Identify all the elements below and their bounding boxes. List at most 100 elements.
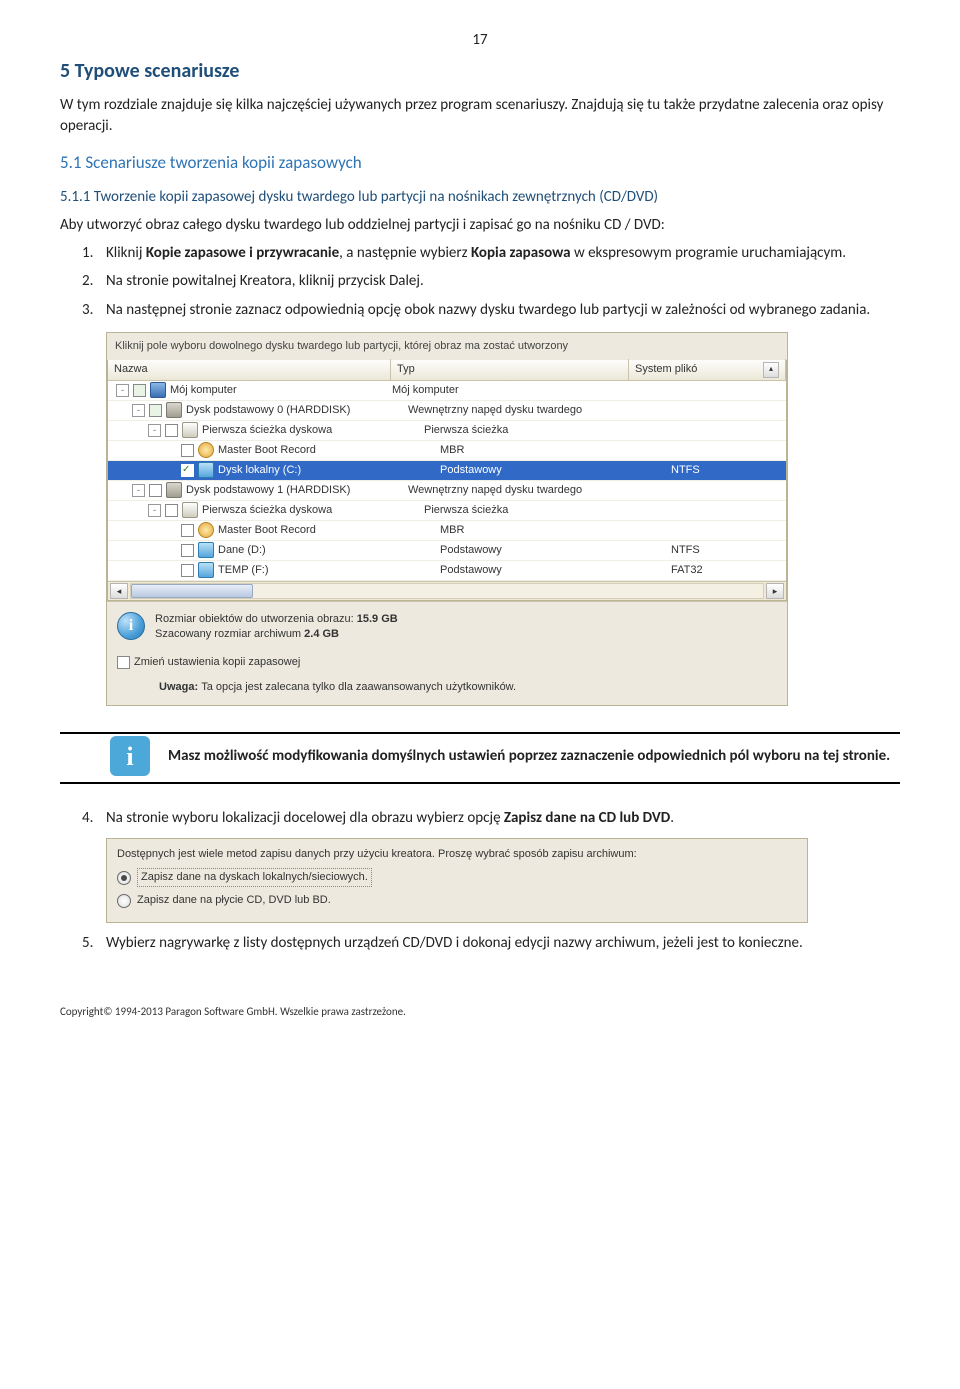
checkbox-icon[interactable] — [149, 484, 162, 497]
table-row[interactable]: -Dysk podstawowy 1 (HARDDISK)Wewnętrzny … — [108, 481, 786, 501]
scroll-right-icon[interactable]: ▸ — [766, 583, 784, 599]
step-text: Na stronie wyboru lokalizacji docelowej … — [106, 809, 504, 827]
tree-toggle-icon[interactable]: - — [132, 484, 145, 497]
checkbox-icon[interactable] — [149, 404, 162, 417]
item-type: MBR — [434, 443, 665, 458]
step-number: 5. — [82, 933, 106, 953]
checkbox-icon[interactable] — [133, 384, 146, 397]
radio-icon[interactable] — [117, 871, 131, 885]
radio-label: Zapisz dane na dyskach lokalnych/sieciow… — [137, 868, 372, 887]
track-icon — [182, 502, 198, 518]
page-number: 17 — [60, 30, 900, 50]
step-bold: Kopia zapasowa — [471, 244, 571, 262]
step-4: 4. Na stronie wyboru lokalizacji docelow… — [82, 808, 900, 828]
step-bold: Kopie zapasowe i przywracanie — [146, 244, 339, 262]
computer-icon — [150, 382, 166, 398]
table-row[interactable]: -Dysk podstawowy 0 (HARDDISK)Wewnętrzny … — [108, 401, 786, 421]
checkbox-icon[interactable] — [181, 464, 194, 477]
tip-text: Masz możliwość modyfikowania domyślnych … — [168, 747, 890, 765]
info-text: Szacowany rozmiar archiwum — [155, 628, 304, 640]
step-3: 3. Na następnej stronie zaznacz odpowied… — [82, 300, 900, 320]
intro-paragraph: W tym rozdziale znajduje się kilka najcz… — [60, 95, 900, 136]
separator — [60, 732, 900, 734]
item-name: Pierwsza ścieżka dyskowa — [202, 503, 332, 518]
screenshot-save-method: Dostępnych jest wiele metod zapisu danyc… — [106, 838, 808, 923]
step-number: 3. — [82, 300, 106, 320]
table-row[interactable]: Master Boot RecordMBR — [108, 521, 786, 541]
checkbox-icon[interactable] — [165, 424, 178, 437]
step-text: Kliknij — [106, 244, 146, 262]
heading-1: 5 Typowe scenariusze — [60, 58, 900, 85]
item-name: Pierwsza ścieżka dyskowa — [202, 423, 332, 438]
item-filesystem: NTFS — [665, 543, 786, 558]
col-header-type[interactable]: Typ — [391, 359, 629, 380]
screenshot-instruction: Dostępnych jest wiele metod zapisu danyc… — [117, 847, 797, 862]
mbr-icon — [198, 522, 214, 538]
radio-option-disc[interactable]: Zapisz dane na płycie CD, DVD lub BD. — [117, 893, 797, 908]
info-icon: i — [110, 736, 150, 776]
step-bold: Zapisz dane na CD lub DVD — [504, 809, 670, 827]
checkbox-icon[interactable] — [117, 656, 130, 669]
note-text: Uwaga: Ta opcja jest zalecana tylko dla … — [107, 680, 787, 705]
drive-icon — [198, 562, 214, 578]
tree-toggle-icon[interactable]: - — [132, 404, 145, 417]
scrollbar-thumb[interactable] — [131, 584, 253, 598]
table-row[interactable]: - Mój komputer Mój komputer — [108, 381, 786, 401]
item-type: Podstawowy — [434, 543, 665, 558]
tree-toggle-icon[interactable]: - — [116, 384, 129, 397]
col-header-filesystem[interactable]: System plikó — [635, 362, 697, 377]
table-header[interactable]: Nazwa Typ System plikó ▴ — [108, 360, 786, 381]
change-settings-checkbox[interactable]: Zmień ustawienia kopii zapasowej — [117, 655, 777, 670]
drive-icon — [198, 542, 214, 558]
checkbox-icon[interactable] — [181, 564, 194, 577]
item-type: MBR — [434, 523, 665, 538]
radio-option-local[interactable]: Zapisz dane na dyskach lokalnych/sieciow… — [117, 868, 797, 887]
table-row[interactable]: -Pierwsza ścieżka dyskowaPierwsza ścieżk… — [108, 421, 786, 441]
checkbox-icon[interactable] — [181, 444, 194, 457]
step-text: . — [670, 809, 674, 827]
scrollbar-track[interactable] — [130, 583, 764, 599]
item-type: Pierwsza ścieżka — [418, 503, 649, 518]
checkbox-icon[interactable] — [181, 544, 194, 557]
item-name: Dane (D:) — [218, 543, 266, 558]
step-text: Na stronie powitalnej Kreatora, kliknij … — [106, 271, 424, 291]
track-icon — [182, 422, 198, 438]
table-row[interactable]: Dane (D:) PodstawowyNTFS — [108, 541, 786, 561]
table-row[interactable]: TEMP (F:)PodstawowyFAT32 — [108, 561, 786, 581]
item-type: Mój komputer — [386, 383, 617, 398]
item-type: Podstawowy — [434, 563, 665, 578]
item-type: Podstawowy — [434, 463, 665, 478]
screenshot-instruction: Kliknij pole wyboru dowolnego dysku twar… — [107, 333, 787, 360]
item-filesystem: NTFS — [665, 463, 786, 478]
step-1: 1. Kliknij Kopie zapasowe i przywracanie… — [82, 243, 900, 263]
scroll-left-icon[interactable]: ◂ — [110, 583, 128, 599]
checkbox-icon[interactable] — [181, 524, 194, 537]
heading-2: 5.1 Scenariusze tworzenia kopii zapasowy… — [60, 152, 900, 175]
copyright: Copyright© 1994-2013 Paragon Software Gm… — [60, 1005, 900, 1020]
hdd-icon — [166, 482, 182, 498]
step-text: w ekspresowym programie uruchamiającym. — [571, 244, 847, 262]
drive-icon — [198, 462, 214, 478]
step-text: , a następnie wybierz — [339, 244, 471, 262]
info-panel: i Rozmiar obiektów do utworzenia obrazu:… — [107, 601, 787, 652]
item-name: TEMP (F:) — [218, 563, 269, 578]
table-row[interactable]: Master Boot RecordMBR — [108, 441, 786, 461]
table-row[interactable]: Dysk lokalny (C:)PodstawowyNTFS — [108, 461, 786, 481]
table-row[interactable]: - Pierwsza ścieżka dyskowa Pierwsza ścieżk… — [108, 501, 786, 521]
step-number: 4. — [82, 808, 106, 828]
screenshot-backup-selection: Kliknij pole wyboru dowolnego dysku twar… — [106, 332, 788, 706]
info-value: 15.9 GB — [357, 613, 398, 625]
scroll-up-icon[interactable]: ▴ — [763, 362, 779, 378]
step-text: Na następnej stronie zaznacz odpowiednią… — [106, 300, 870, 320]
item-name: Mój komputer — [170, 383, 237, 398]
step-number: 1. — [82, 243, 106, 263]
tree-toggle-icon[interactable]: - — [148, 424, 161, 437]
mbr-icon — [198, 442, 214, 458]
tip-row: i Masz możliwość modyfikowania domyślnyc… — [110, 736, 900, 776]
horizontal-scrollbar[interactable]: ◂ ▸ — [108, 581, 786, 600]
tree-toggle-icon[interactable]: - — [148, 504, 161, 517]
step-5: 5. Wybierz nagrywarkę z listy dostępnych… — [82, 933, 900, 953]
col-header-name[interactable]: Nazwa — [108, 359, 391, 380]
radio-icon[interactable] — [117, 894, 131, 908]
checkbox-icon[interactable] — [165, 504, 178, 517]
